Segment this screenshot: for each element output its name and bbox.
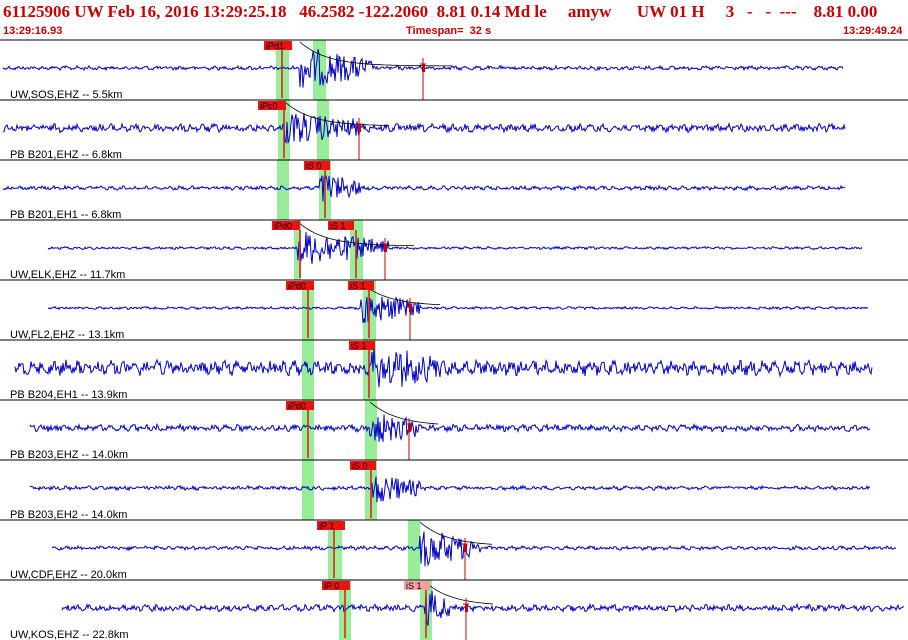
station-label: PB B201,EH1 -- 6.8km [10, 209, 121, 221]
seismogram-viewer: 61125906 UW Feb 16, 2016 13:29:25.18 46.… [0, 0, 908, 640]
station-label: UW,KOS,EHZ -- 22.8km [10, 629, 129, 640]
waveform-trace[interactable] [47, 296, 869, 324]
waveform-trace[interactable] [14, 345, 873, 388]
s-pick-label: iS 1 [350, 281, 366, 291]
coda-amp-bar [408, 424, 411, 432]
p-pick-label: iPd0 [288, 281, 306, 291]
waveform-trace[interactable] [29, 476, 871, 503]
waveform-trace[interactable] [29, 414, 871, 442]
s-pick-label: iS 1 [406, 581, 422, 591]
s-pick-label: iS 0 [352, 461, 368, 471]
coda-envelope [369, 401, 439, 425]
station-label: PB B203,EHZ -- 14.0km [10, 449, 128, 461]
coda-amp-bar [358, 124, 361, 132]
waveform-trace[interactable] [47, 231, 863, 264]
p-pick-label: iP 0 [324, 581, 339, 591]
waveform-panel[interactable]: iPd1 UW,SOS,EHZ -- 5.5km iPc0 PB B201,EHZ -… [0, 0, 908, 640]
p-pick-label: iPd0 [288, 401, 306, 411]
p-pick-label: iPc0 [260, 101, 278, 111]
station-label: UW,SOS,EHZ -- 5.5km [10, 89, 122, 101]
p-pick-label: iP 1 [319, 521, 334, 531]
coda-amp-bar [422, 64, 425, 72]
s-pick-label: iS 1 [351, 341, 367, 351]
waveform-trace[interactable] [2, 113, 846, 144]
station-label: PB B201,EHZ -- 6.8km [10, 149, 122, 161]
station-label: PB B204,EH1 -- 13.9km [10, 389, 127, 401]
coda-amp-bar [465, 604, 468, 612]
coda-amp-bar [409, 304, 412, 312]
station-label: PB B203,EH2 -- 14.0km [10, 509, 127, 521]
s-pick-label: iS 0 [306, 161, 322, 171]
p-pick-label: iPd0 [274, 221, 292, 231]
coda-amp-bar [384, 244, 387, 252]
waveform-trace[interactable] [51, 531, 897, 567]
waveform-trace[interactable] [61, 590, 905, 626]
station-label: UW,ELK,EHZ -- 11.7km [10, 269, 125, 281]
p-pick-label: iPd1 [266, 41, 284, 51]
station-label: UW,FL2,EHZ -- 13.1km [10, 329, 124, 341]
coda-amp-bar [464, 544, 467, 552]
waveform-trace[interactable] [2, 174, 846, 202]
coda-envelope [284, 101, 390, 126]
station-label: UW,CDF,EHZ -- 20.0km [10, 569, 127, 581]
s-pick-label: iS 1 [330, 221, 346, 231]
